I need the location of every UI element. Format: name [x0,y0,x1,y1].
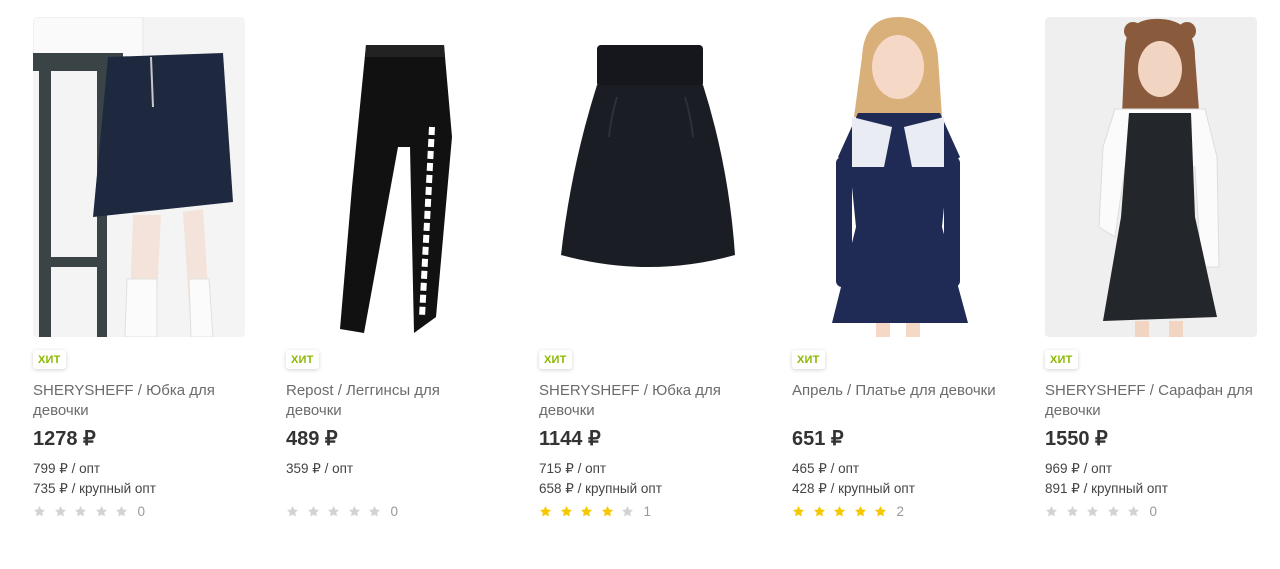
product-image[interactable] [286,17,498,337]
bulk-opt-price: 658 ₽ / крупный опт [539,481,662,496]
star-icon [95,505,108,518]
wholesale-prices: 969 ₽ / опт 891 ₽ / крупный опт [1045,459,1257,499]
star-icon [368,505,381,518]
rating: 2 [792,503,1004,519]
dress-photo-icon [792,17,1004,337]
sundress-photo-icon [1045,17,1257,337]
skirt-photo-icon [539,17,751,337]
product-card[interactable]: ХИТ SHERYSHEFF / Юбка для девочки 1144 ₽… [539,17,751,519]
rating: 1 [539,503,751,519]
star-icon [1127,505,1140,518]
star-icon [580,505,593,518]
hit-badge: ХИТ [792,350,825,369]
star-icon [307,505,320,518]
star-icon [33,505,46,518]
opt-price: 969 ₽ / опт [1045,461,1113,476]
wholesale-prices: 799 ₽ / опт 735 ₽ / крупный опт [33,459,245,499]
hit-badge: ХИТ [539,350,572,369]
star-icon [539,505,552,518]
product-image[interactable] [539,17,751,337]
star-icon [348,505,361,518]
wholesale-prices: 465 ₽ / опт 428 ₽ / крупный опт [792,459,1004,499]
review-count: 1 [643,503,652,519]
product-title[interactable]: SHERYSHEFF / Юбка для девочки [33,381,245,421]
product-title[interactable]: SHERYSHEFF / Сарафан для девочки [1045,381,1257,421]
star-icon [813,505,826,518]
rating: 0 [286,503,498,519]
product-image[interactable] [1045,17,1257,337]
star-icon [854,505,867,518]
opt-price: 359 ₽ / опт [286,461,354,476]
opt-price: 799 ₽ / опт [33,461,101,476]
product-title[interactable]: Апрель / Платье для девочки [792,381,1004,421]
product-price: 1144 ₽ [539,428,601,450]
star-icon [286,505,299,518]
product-price: 1278 ₽ [33,428,96,450]
product-card[interactable]: ХИТ SHERYSHEFF / Сарафан для девочки 155… [1045,17,1257,519]
star-icon [833,505,846,518]
star-icon [1086,505,1099,518]
product-price: 651 ₽ [792,428,844,450]
product-price: 1550 ₽ [1045,428,1108,450]
review-count: 2 [896,503,905,519]
bulk-opt-price: 891 ₽ / крупный опт [1045,481,1168,496]
hit-badge: ХИТ [33,350,66,369]
star-icon [621,505,634,518]
star-icon [792,505,805,518]
rating: 0 [1045,503,1257,519]
product-grid: ХИТ SHERYSHEFF / Юбка для девочки 1278 ₽… [0,0,1280,569]
star-icon [1107,505,1120,518]
star-icon [1045,505,1058,518]
bulk-opt-price: 735 ₽ / крупный опт [33,481,156,496]
opt-price: 465 ₽ / опт [792,461,860,476]
star-icon [327,505,340,518]
wholesale-prices: 359 ₽ / опт [286,459,498,499]
hit-badge: ХИТ [286,350,319,369]
product-title[interactable]: Repost / Леггинсы для девочки [286,381,498,421]
product-price: 489 ₽ [286,428,338,450]
review-count: 0 [390,503,399,519]
star-icon [601,505,614,518]
bulk-opt-price: 428 ₽ / крупный опт [792,481,915,496]
wholesale-prices: 715 ₽ / опт 658 ₽ / крупный опт [539,459,751,499]
opt-price: 715 ₽ / опт [539,461,607,476]
star-icon [560,505,573,518]
leggings-photo-icon [286,17,498,337]
skirt-photo-icon [33,17,245,337]
product-title[interactable]: SHERYSHEFF / Юбка для девочки [539,381,751,421]
star-icon [74,505,87,518]
star-icon [1066,505,1079,518]
star-icon [54,505,67,518]
review-count: 0 [1149,503,1158,519]
review-count: 0 [137,503,146,519]
hit-badge: ХИТ [1045,350,1078,369]
star-icon [115,505,128,518]
star-icon [874,505,887,518]
product-image[interactable] [792,17,1004,337]
product-image[interactable] [33,17,245,337]
rating: 0 [33,503,245,519]
product-card[interactable]: ХИТ SHERYSHEFF / Юбка для девочки 1278 ₽… [33,17,245,519]
product-card[interactable]: ХИТ Repost / Леггинсы для девочки 489 ₽ … [286,17,498,519]
bulk-opt-price [286,479,498,499]
product-card[interactable]: ХИТ Апрель / Платье для девочки 651 ₽ 46… [792,17,1004,519]
